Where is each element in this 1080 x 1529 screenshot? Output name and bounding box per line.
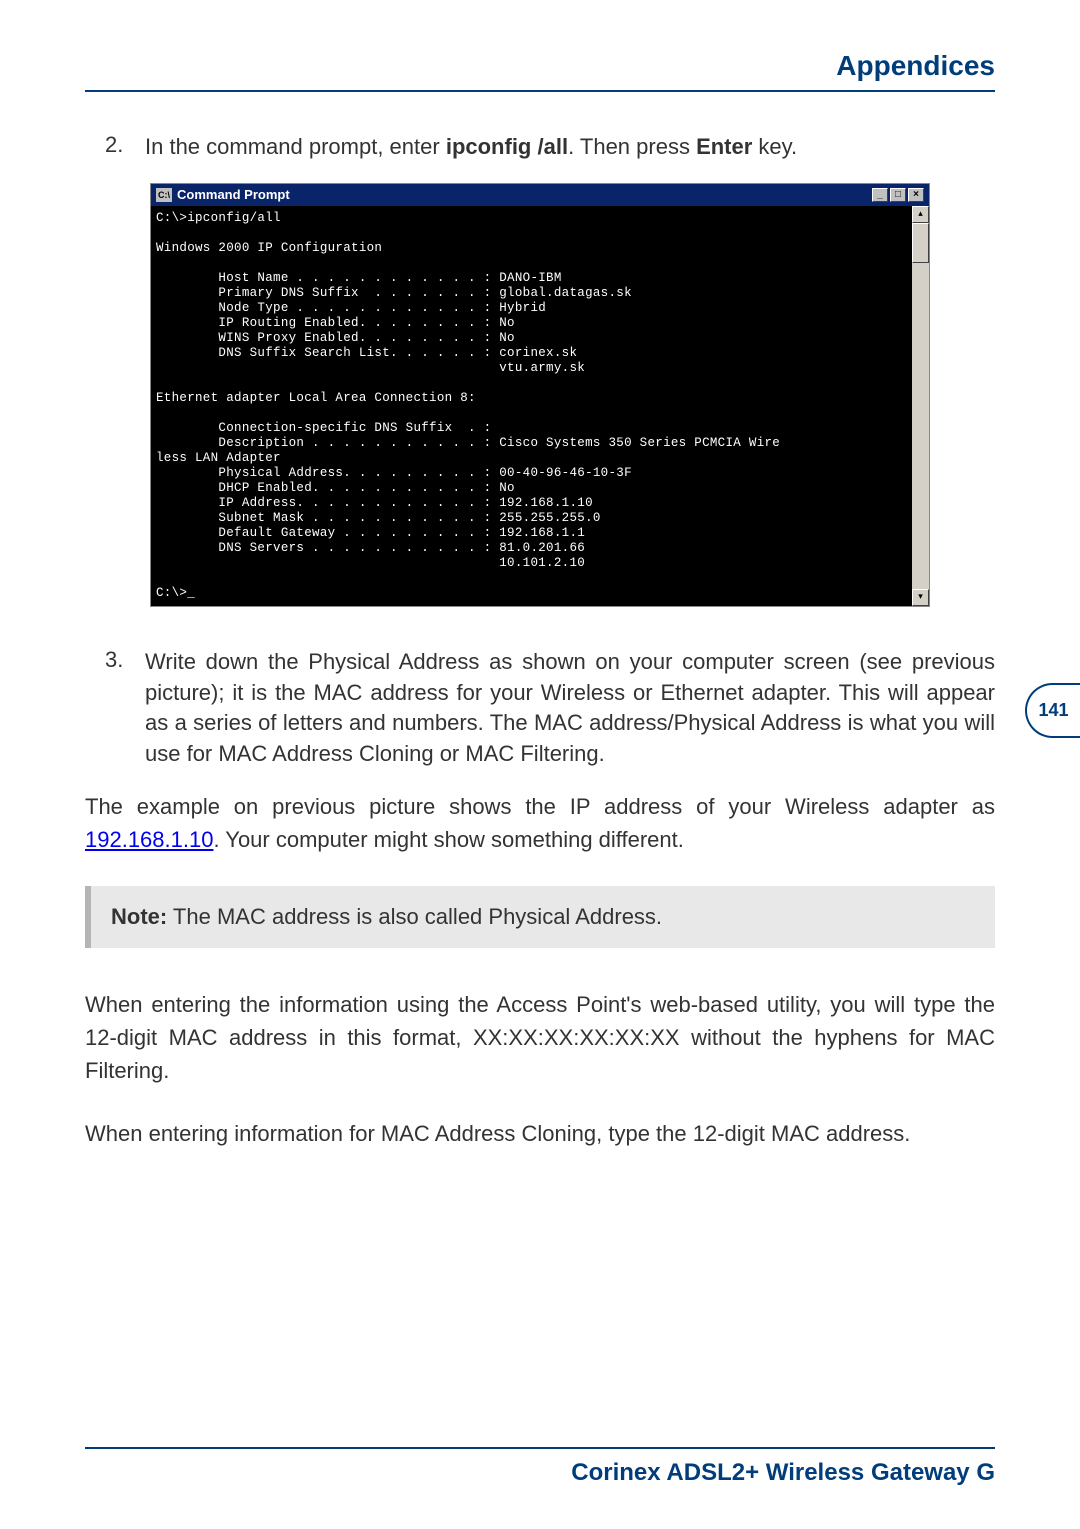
minimize-button[interactable]: _ [872, 188, 888, 202]
cmd-icon: C:\ [156, 188, 172, 202]
term-line: 10.101.2.10 [156, 556, 585, 570]
term-line: Host Name . . . . . . . . . . . . : DANO… [156, 271, 562, 285]
header-rule [85, 90, 995, 92]
step-2-suffix: key. [752, 134, 797, 159]
step-2-cmd: ipconfig /all [446, 134, 568, 159]
para1-prefix: The example on previous picture shows th… [85, 794, 995, 819]
note-box: Note: The MAC address is also called Phy… [85, 886, 995, 948]
footer-text: Corinex ADSL2+ Wireless Gateway G [571, 1459, 995, 1487]
step-2-prefix: In the command prompt, enter [145, 134, 446, 159]
header-title: Appendices [85, 50, 995, 82]
term-line: IP Routing Enabled. . . . . . . . : No [156, 316, 515, 330]
title-bar-text: Command Prompt [177, 187, 872, 202]
note-label: Note: [111, 904, 167, 929]
scroll-down-button[interactable]: ▾ [912, 589, 929, 606]
term-line: Physical Address. . . . . . . . . : 00-4… [156, 466, 632, 480]
term-line: vtu.army.sk [156, 361, 585, 375]
example-paragraph: The example on previous picture shows th… [85, 790, 995, 856]
scroll-track-space[interactable] [912, 263, 929, 589]
footer-rule [85, 1447, 995, 1449]
step-2-text: In the command prompt, enter ipconfig /a… [145, 132, 797, 163]
step-3-text: Write down the Physical Address as shown… [145, 647, 995, 770]
ip-link[interactable]: 192.168.1.10 [85, 827, 213, 852]
term-line: DHCP Enabled. . . . . . . . . . . : No [156, 481, 515, 495]
note-text: The MAC address is also called Physical … [167, 904, 662, 929]
term-line: Ethernet adapter Local Area Connection 8… [156, 391, 476, 405]
step-3: 3. Write down the Physical Address as sh… [85, 647, 995, 770]
term-line: IP Address. . . . . . . . . . . . : 192.… [156, 496, 593, 510]
term-line: Windows 2000 IP Configuration [156, 241, 382, 255]
para1-suffix: . Your computer might show something dif… [213, 827, 683, 852]
term-line: Connection-specific DNS Suffix . : [156, 421, 491, 435]
term-line: DNS Servers . . . . . . . . . . . : 81.0… [156, 541, 585, 555]
step-2-enter: Enter [696, 134, 752, 159]
close-button[interactable]: × [908, 188, 924, 202]
term-line: Description . . . . . . . . . . . : Cisc… [156, 436, 780, 450]
maximize-button[interactable]: □ [890, 188, 906, 202]
term-line: DNS Suffix Search List. . . . . . : cori… [156, 346, 577, 360]
title-bar[interactable]: C:\ Command Prompt _ □ × [151, 184, 929, 206]
terminal-body: C:\>ipconfig/all Windows 2000 IP Configu… [151, 206, 929, 606]
step-number: 3. [105, 647, 145, 770]
mac-cloning-paragraph: When entering information for MAC Addres… [85, 1117, 995, 1150]
step-2: 2. In the command prompt, enter ipconfig… [85, 132, 995, 163]
term-line: WINS Proxy Enabled. . . . . . . . : No [156, 331, 515, 345]
scroll-thumb[interactable] [912, 223, 929, 263]
term-line: Default Gateway . . . . . . . . . : 192.… [156, 526, 585, 540]
term-line: Primary DNS Suffix . . . . . . . : globa… [156, 286, 632, 300]
scrollbar[interactable]: ▴ ▾ [912, 206, 929, 606]
mac-format-paragraph: When entering the information using the … [85, 988, 995, 1087]
terminal-window: C:\ Command Prompt _ □ × C:\>ipconfig/al… [150, 183, 930, 607]
term-line: Node Type . . . . . . . . . . . . : Hybr… [156, 301, 546, 315]
term-line: C:\>_ [156, 586, 195, 600]
scroll-up-button[interactable]: ▴ [912, 206, 929, 223]
step-number: 2. [105, 132, 145, 163]
term-line: less LAN Adapter [156, 451, 281, 465]
term-line: Subnet Mask . . . . . . . . . . . : 255.… [156, 511, 601, 525]
step-2-mid: . Then press [568, 134, 696, 159]
page-number: 141 [1025, 683, 1080, 738]
window-buttons: _ □ × [872, 188, 924, 202]
term-line: C:\>ipconfig/all [156, 211, 281, 225]
